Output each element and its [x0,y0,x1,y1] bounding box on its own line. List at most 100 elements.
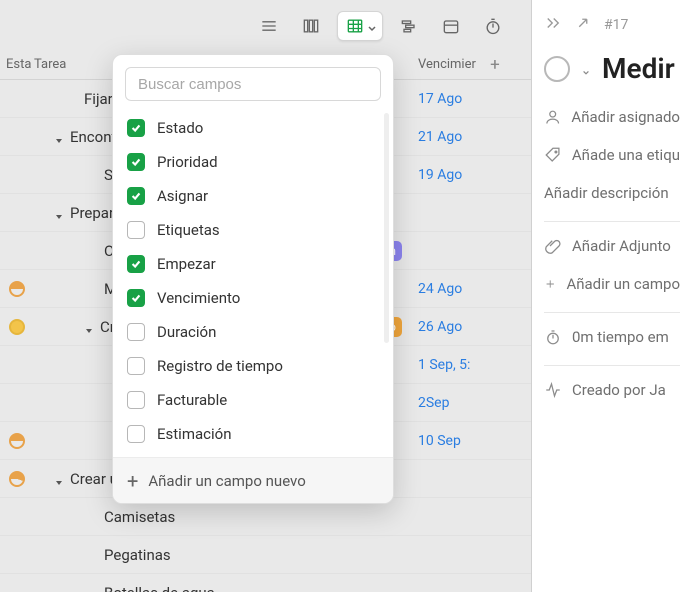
field-label: Duración [157,323,216,341]
checkbox-icon [127,357,145,375]
search-input[interactable] [126,76,380,93]
time-row[interactable]: 0m tiempo em [544,323,680,351]
row-state-cell[interactable] [0,471,34,487]
view-timeline-icon[interactable] [393,11,425,41]
detail-topbar: #17 [544,14,680,36]
attachment-row[interactable]: Añadir Adjunto [544,232,680,260]
expand-caret-icon[interactable] [84,322,94,332]
add-field-label: Añadir un campo nuevo [148,472,305,490]
status-icon [9,471,25,487]
view-board-icon[interactable] [295,11,327,41]
view-table-dropdown[interactable] [337,11,383,41]
created-label: Creado por Ja [572,381,666,399]
field-option[interactable]: Facturable [117,383,389,417]
field-label: Etiquetas [157,221,220,239]
view-calendar-icon[interactable] [435,11,467,41]
field-option[interactable]: Estado [117,111,389,145]
expand-caret-icon[interactable] [54,474,64,484]
activity-icon [544,381,562,399]
table-row[interactable]: Botellas de agua [0,574,531,592]
table-row[interactable]: Pegatinas [0,536,531,574]
task-title[interactable]: Medir [602,52,675,85]
status-icon [9,319,25,335]
checkbox-icon [127,221,145,239]
task-name: Botellas de agua [104,584,215,592]
created-row: Creado por Ja [544,376,680,404]
checkbox-icon [127,323,145,341]
status-caret-icon[interactable] [582,65,590,73]
row-due-cell[interactable]: 1 Sep, 5: [410,357,500,373]
task-name: Camisetas [104,508,175,526]
field-option[interactable]: Etiquetas [117,213,389,247]
expand-icon[interactable] [574,14,592,36]
view-list-icon[interactable] [253,11,285,41]
field-label: Prioridad [157,153,218,171]
description-row[interactable]: Añadir descripción [544,179,680,207]
row-task-cell[interactable]: Camisetas [34,508,410,526]
row-due-cell[interactable]: 10 Sep [410,433,500,449]
checkbox-icon [127,119,145,137]
collapse-icon[interactable] [544,14,562,36]
detail-pane: #17 Medir Añadir asignado Añade una etiq… [532,0,680,592]
paperclip-icon [544,237,562,255]
field-option[interactable]: Asignar [117,179,389,213]
person-icon [544,108,561,126]
checkbox-icon [127,425,145,443]
assignee-row[interactable]: Añadir asignado [544,103,680,131]
field-option[interactable]: Empezar [117,247,389,281]
description-label: Añadir descripción [544,184,669,202]
expand-caret-icon[interactable] [54,208,64,218]
field-option[interactable]: Registro de tiempo [117,349,389,383]
row-due-cell[interactable]: 24 Ago [410,281,500,297]
checkbox-icon [127,255,145,273]
plus-icon: + [127,471,138,491]
row-state-cell[interactable] [0,319,34,335]
field-label: Registro de tiempo [157,357,283,375]
header-due[interactable]: Vencimier [410,57,480,72]
field-label: Estimación [157,425,231,443]
scrollbar[interactable] [384,113,389,343]
row-due-cell[interactable]: 26 Ago [410,319,500,335]
search-field-wrapper [125,67,381,101]
stopwatch-icon[interactable] [477,11,509,41]
breadcrumb-id[interactable]: #17 [604,17,628,33]
main-pane: Esta Tarea Vencimier + Fijar me17 AgoEnc… [0,0,532,592]
add-field-label: Añadir un campo [566,275,680,293]
field-option[interactable]: Prioridad [117,145,389,179]
tag-row[interactable]: Añade una etiqu [544,141,680,169]
caret-down-icon [367,22,375,30]
field-label: Empezar [157,255,216,273]
expand-caret-icon[interactable] [54,132,64,142]
row-task-cell[interactable]: Pegatinas [34,546,410,564]
checkbox-icon [127,391,145,409]
separator [544,221,680,222]
field-label: Facturable [157,391,227,409]
row-due-cell[interactable]: 21 Ago [410,129,500,145]
checkbox-icon [127,153,145,171]
stopwatch-icon [544,328,562,346]
row-due-cell[interactable]: 19 Ago [410,167,500,183]
view-toolbar [0,8,531,44]
plus-icon [544,275,556,293]
header-state[interactable]: Esta [0,57,34,72]
row-task-cell[interactable]: Botellas de agua [34,584,410,592]
field-label: Vencimiento [157,289,240,307]
add-field-row[interactable]: Añadir un campo [544,270,680,298]
detail-title-row: Medir [544,52,680,85]
row-due-cell[interactable]: 2Sep [410,395,500,411]
field-list: Estado Prioridad Asignar Etiquetas Empezar Ve… [113,107,393,457]
status-circle[interactable] [544,56,570,82]
tag-icon [544,146,562,164]
task-name: Pegatinas [104,546,171,564]
separator [544,365,680,366]
row-due-cell[interactable]: 17 Ago [410,91,500,107]
field-label: Estado [157,119,203,137]
row-state-cell[interactable] [0,433,34,449]
checkbox-icon [127,289,145,307]
add-field-button[interactable]: + Añadir un campo nuevo [113,457,393,503]
field-option[interactable]: Estimación [117,417,389,451]
add-column-button[interactable]: + [480,55,510,75]
field-option[interactable]: Vencimiento [117,281,389,315]
row-state-cell[interactable] [0,281,34,297]
field-option[interactable]: Duración [117,315,389,349]
